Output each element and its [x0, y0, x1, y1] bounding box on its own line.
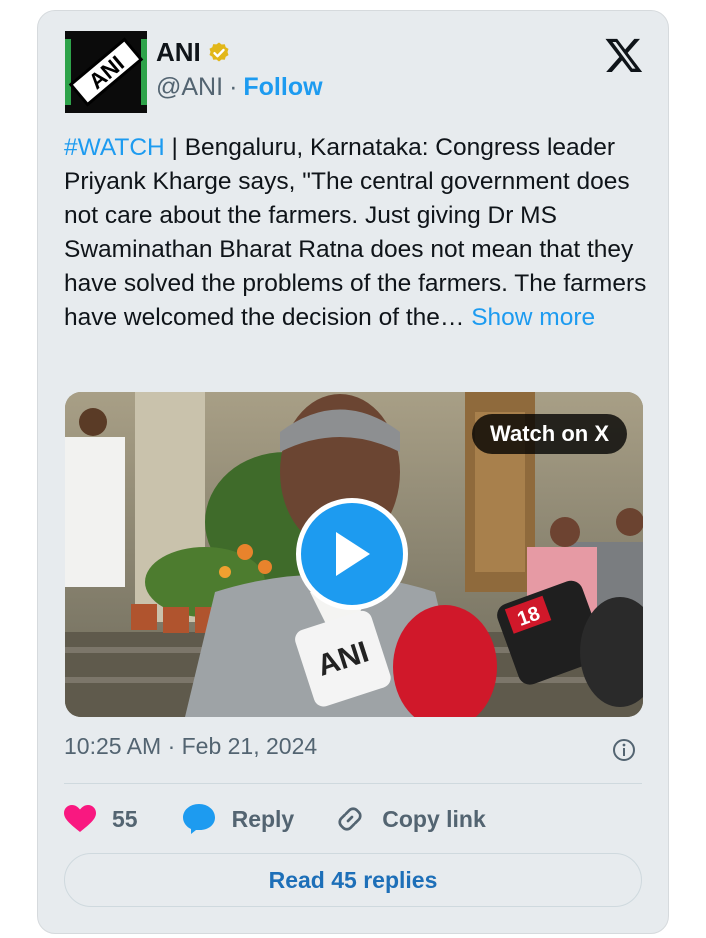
reply-label: Reply	[231, 805, 295, 832]
heart-icon	[64, 805, 96, 832]
copy-link-label: Copy link	[382, 805, 486, 832]
author-name[interactable]: ANI	[156, 37, 201, 68]
verified-badge-icon	[209, 42, 229, 61]
reply-button[interactable]: Reply	[182, 803, 295, 835]
link-icon	[338, 807, 362, 831]
copy-link-button[interactable]: Copy link	[334, 803, 486, 835]
ani-logo-icon: ANI	[65, 31, 147, 113]
author-handle-row: @ANI · Follow	[156, 73, 323, 102]
show-more-link[interactable]: Show more	[471, 304, 595, 331]
play-icon	[336, 532, 370, 576]
tweet-card: ANI ANI @ANI · Follow #WATCH | Bengaluru, …	[37, 10, 669, 934]
separator-dot: ·	[229, 73, 238, 101]
like-button[interactable]: 55	[64, 805, 138, 833]
like-count: 55	[112, 805, 138, 832]
video-thumbnail[interactable]: ANI 18 Watch on X	[65, 392, 643, 717]
x-logo-icon[interactable]	[604, 35, 644, 75]
divider	[64, 783, 642, 784]
follow-button[interactable]: Follow	[243, 73, 322, 101]
hashtag-link[interactable]: #WATCH	[64, 134, 165, 161]
reply-bubble-icon	[182, 804, 215, 834]
author-handle[interactable]: @ANI	[156, 73, 223, 101]
play-button[interactable]	[296, 498, 408, 610]
avatar[interactable]: ANI	[65, 31, 147, 113]
tweet-text: #WATCH | Bengaluru, Karnataka: Congress …	[64, 131, 650, 335]
watch-on-x-badge[interactable]: Watch on X	[472, 414, 627, 454]
action-bar: 55 Reply Copy link	[64, 799, 486, 839]
tweet-timestamp[interactable]: 10:25 AM · Feb 21, 2024	[64, 733, 317, 760]
read-replies-button[interactable]: Read 45 replies	[64, 853, 642, 907]
tweet-body: | Bengaluru, Karnataka: Congress leader …	[64, 134, 647, 331]
info-icon[interactable]	[612, 738, 636, 762]
author-name-row: ANI	[156, 37, 231, 68]
